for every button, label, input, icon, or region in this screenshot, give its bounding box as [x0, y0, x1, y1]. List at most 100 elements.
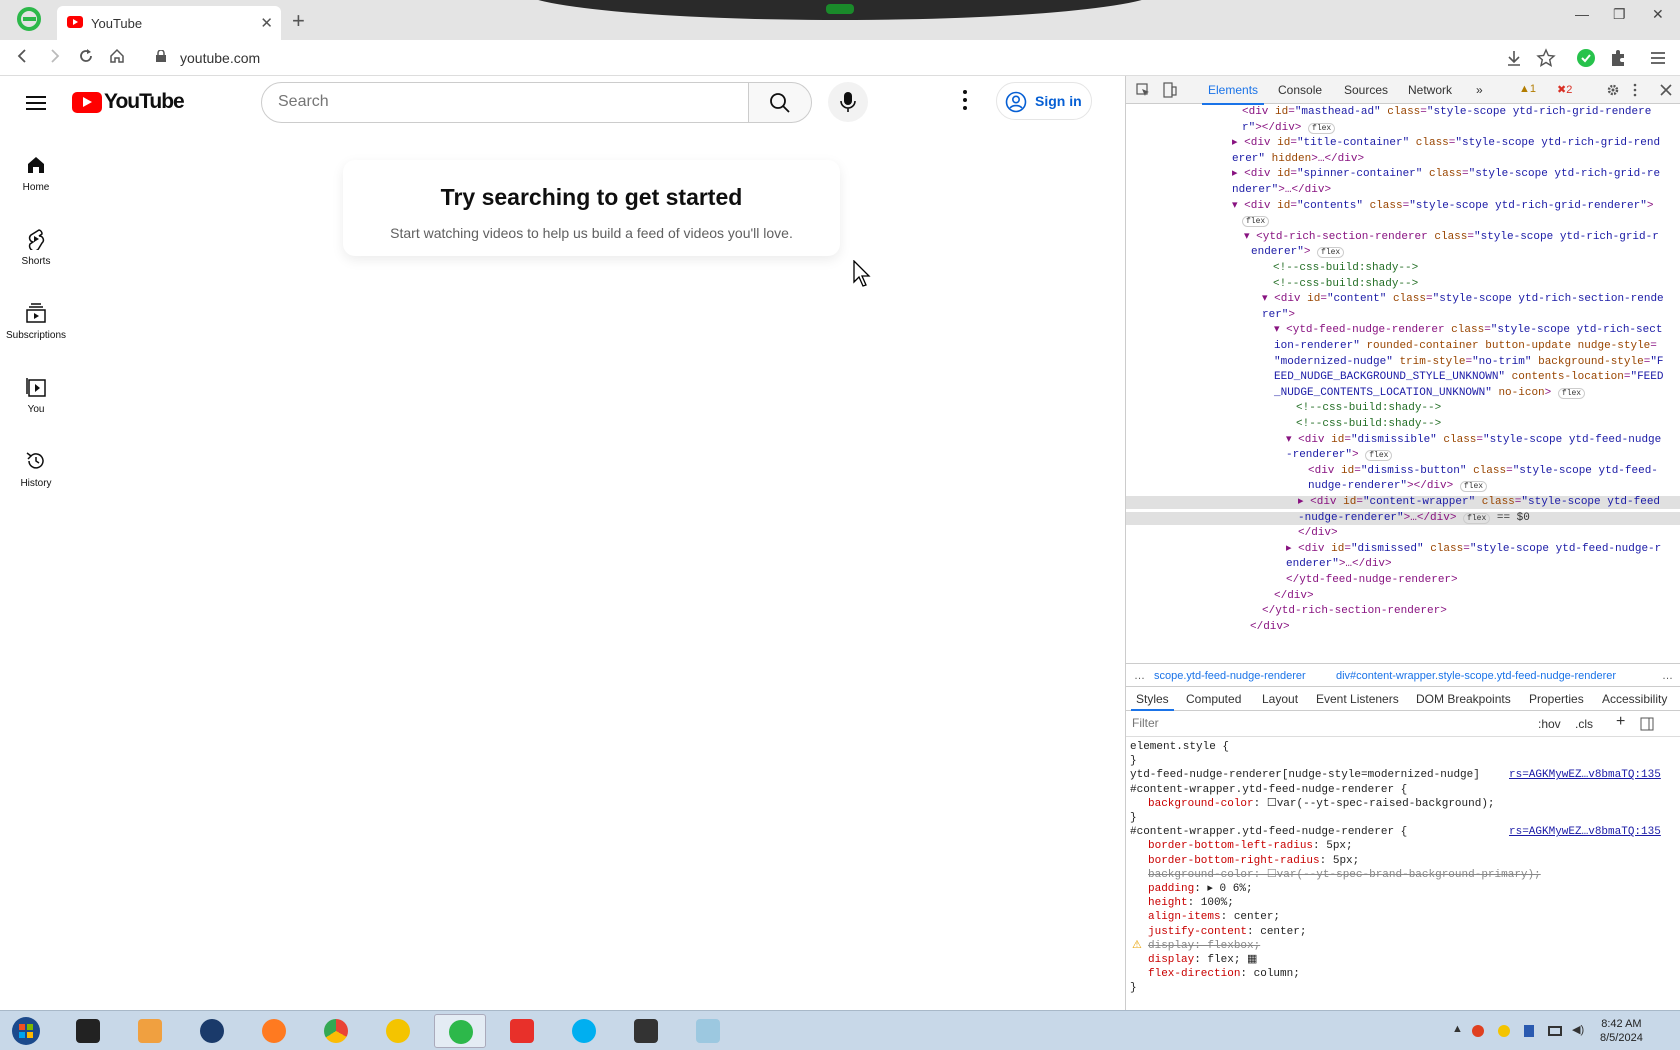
- dom-tree[interactable]: <div id="masthead-ad" class="style-scope…: [1126, 104, 1680, 664]
- style-source-link[interactable]: rs=AGKMywEZ…v8bmaTQ:135: [1509, 769, 1661, 782]
- taskbar-app-skype[interactable]: [558, 1014, 610, 1048]
- browser-tab-youtube[interactable]: YouTube ✕: [57, 6, 281, 40]
- tray-expand-icon[interactable]: ▲: [1452, 1023, 1463, 1035]
- style-rule-line[interactable]: background-color: ☐var(--yt-spec-brand-b…: [1148, 869, 1541, 882]
- subtab-event-listeners[interactable]: Event Listeners: [1316, 692, 1399, 706]
- dom-node-line[interactable]: ▸ <div id="content-wrapper" class="style…: [1126, 496, 1680, 509]
- style-source-link[interactable]: rs=AGKMywEZ…v8bmaTQ:135: [1509, 826, 1661, 839]
- tab-console[interactable]: Console: [1278, 83, 1322, 97]
- extensions-icon[interactable]: [1608, 48, 1628, 68]
- devtools-menu-icon[interactable]: [1632, 83, 1638, 97]
- device-toggle-icon[interactable]: [1163, 82, 1177, 98]
- dom-node-line[interactable]: <div id="dismiss-button" class="style-sc…: [1126, 465, 1680, 478]
- dom-node-line[interactable]: <!--css-build:shady-->: [1126, 418, 1680, 431]
- dom-node-line[interactable]: ▸ <div id="dismissed" class="style-scope…: [1126, 543, 1680, 556]
- new-tab-button[interactable]: +: [292, 8, 305, 34]
- youtube-wordmark[interactable]: YouTube: [104, 90, 185, 114]
- nav-history[interactable]: History: [0, 450, 72, 510]
- errors-badge[interactable]: ✖2: [1554, 82, 1575, 97]
- dom-node-line[interactable]: r"></div> flex: [1126, 122, 1680, 135]
- dom-node-line[interactable]: ▾ <ytd-rich-section-renderer class="styl…: [1126, 231, 1680, 244]
- taskbar-app-plus[interactable]: [372, 1014, 424, 1048]
- inspect-icon[interactable]: [1136, 83, 1150, 97]
- subtab-properties[interactable]: Properties: [1529, 692, 1584, 706]
- dom-node-line[interactable]: "modernized-nudge" trim-style="no-trim" …: [1126, 356, 1680, 369]
- more-tabs-icon[interactable]: »: [1476, 83, 1483, 97]
- tray-plus-icon[interactable]: [1498, 1025, 1510, 1037]
- start-button[interactable]: [4, 1014, 50, 1048]
- subtab-accessibility[interactable]: Accessibility: [1602, 692, 1667, 706]
- search-input[interactable]: [278, 93, 718, 111]
- taskbar-app-media-player[interactable]: [124, 1014, 176, 1048]
- tray-volume-icon[interactable]: ◀): [1572, 1023, 1584, 1036]
- lock-icon[interactable]: [156, 50, 166, 62]
- style-rule-line[interactable]: height: 100%;: [1148, 897, 1234, 910]
- settings-gear-icon[interactable]: [1606, 83, 1620, 97]
- styles-filter-input[interactable]: [1132, 716, 1432, 730]
- taskbar-app-terminal[interactable]: [62, 1014, 114, 1048]
- tab-elements[interactable]: Elements: [1201, 83, 1265, 105]
- subtab-layout[interactable]: Layout: [1262, 692, 1298, 706]
- dom-node-line[interactable]: </ytd-feed-nudge-renderer>: [1126, 574, 1680, 587]
- hover-state-toggle[interactable]: :hov: [1538, 717, 1561, 731]
- nav-you[interactable]: You: [0, 376, 72, 436]
- toggle-sidebar-icon[interactable]: [1640, 717, 1654, 731]
- dom-node-line[interactable]: <!--css-build:shady-->: [1126, 262, 1680, 275]
- dom-node-line[interactable]: enderer">…</div>: [1126, 558, 1680, 571]
- devtools-close-icon[interactable]: [1660, 84, 1672, 96]
- subtab-styles[interactable]: Styles: [1131, 692, 1174, 711]
- dom-node-line[interactable]: ▾ <div id="dismissible" class="style-sco…: [1126, 434, 1680, 447]
- styles-pane[interactable]: element.style {} ytd-feed-nudge-renderer[…: [1126, 737, 1680, 1010]
- sign-in-button[interactable]: Sign in: [996, 82, 1092, 120]
- star-icon[interactable]: [1536, 48, 1556, 68]
- dom-node-line[interactable]: _NUDGE_CONTENTS_LOCATION_UNKNOWN" no-ico…: [1126, 387, 1680, 400]
- dom-node-line[interactable]: ▾ <div id="contents" class="style-scope …: [1126, 200, 1680, 213]
- dom-node-line[interactable]: -nudge-renderer">…</div> flex == $0: [1126, 511, 1680, 525]
- dom-node-line[interactable]: flex: [1126, 215, 1680, 228]
- style-rule-line[interactable]: #content-wrapper.ytd-feed-nudge-renderer…: [1130, 826, 1407, 839]
- dom-node-line[interactable]: ion-renderer" rounded-container button-u…: [1126, 340, 1680, 353]
- browser-logo-icon[interactable]: [16, 6, 42, 32]
- warnings-badge[interactable]: ▲1: [1516, 82, 1539, 96]
- back-icon[interactable]: [14, 47, 32, 65]
- dom-node-line[interactable]: ▾ <div id="content" class="style-scope y…: [1126, 293, 1680, 306]
- dom-node-line[interactable]: erer" hidden>…</div>: [1126, 153, 1680, 166]
- tray-app-icon[interactable]: [1472, 1025, 1484, 1037]
- search-button[interactable]: [748, 82, 812, 123]
- style-rule-line[interactable]: #content-wrapper.ytd-feed-nudge-renderer…: [1130, 784, 1407, 797]
- tray-network-icon[interactable]: [1548, 1026, 1562, 1036]
- download-icon[interactable]: [1504, 48, 1524, 68]
- style-rule-line[interactable]: }: [1130, 755, 1137, 768]
- dom-node-line[interactable]: nudge-renderer"></div> flex: [1126, 480, 1680, 493]
- taskbar-app-globe[interactable]: [186, 1014, 238, 1048]
- home-icon[interactable]: [108, 47, 126, 65]
- taskbar-app-notes[interactable]: [682, 1014, 734, 1048]
- dom-node-line[interactable]: nderer">…</div>: [1126, 184, 1680, 197]
- tab-close-icon[interactable]: ✕: [260, 14, 273, 32]
- browser-menu-icon[interactable]: [1648, 48, 1668, 68]
- dom-node-line[interactable]: ▸ <div id="spinner-container" class="sty…: [1126, 168, 1680, 181]
- reload-icon[interactable]: [77, 47, 95, 65]
- style-rule-line[interactable]: padding: ▸ 0 6%;: [1148, 883, 1253, 896]
- style-rule-line[interactable]: border-bottom-left-radius: 5px;: [1148, 840, 1353, 853]
- taskbar-clock[interactable]: 8:42 AM 8/5/2024: [1600, 1017, 1643, 1045]
- check-extension-icon[interactable]: [1576, 48, 1596, 68]
- voice-search-button[interactable]: [828, 82, 868, 122]
- style-rule-line[interactable]: background-color: ☐var(--yt-spec-raised-…: [1148, 798, 1495, 811]
- taskbar-app-chrome[interactable]: [310, 1014, 362, 1048]
- dom-node-line[interactable]: enderer"> flex: [1126, 246, 1680, 259]
- dom-node-line[interactable]: ▸ <div id="title-container" class="style…: [1126, 137, 1680, 150]
- taskbar-app-monitor[interactable]: [620, 1014, 672, 1048]
- style-rule-line[interactable]: element.style {: [1130, 741, 1229, 754]
- style-rule-line[interactable]: align-items: center;: [1148, 911, 1280, 924]
- window-close-button[interactable]: ✕: [1652, 6, 1664, 23]
- style-rule-line[interactable]: ⚠ display: flexbox;: [1132, 940, 1260, 953]
- dom-node-line[interactable]: <div id="masthead-ad" class="style-scope…: [1126, 106, 1680, 119]
- style-rule-line[interactable]: border-bottom-right-radius: 5px;: [1148, 855, 1359, 868]
- nav-subscriptions[interactable]: Subscriptions: [0, 302, 72, 362]
- style-rule-line[interactable]: flex-direction: column;: [1148, 968, 1300, 981]
- style-rule-line[interactable]: ytd-feed-nudge-renderer[nudge-style=mode…: [1130, 769, 1480, 782]
- style-rule-line[interactable]: }: [1130, 812, 1137, 825]
- class-toggle[interactable]: .cls: [1575, 717, 1593, 731]
- dom-node-line[interactable]: </div>: [1126, 590, 1680, 603]
